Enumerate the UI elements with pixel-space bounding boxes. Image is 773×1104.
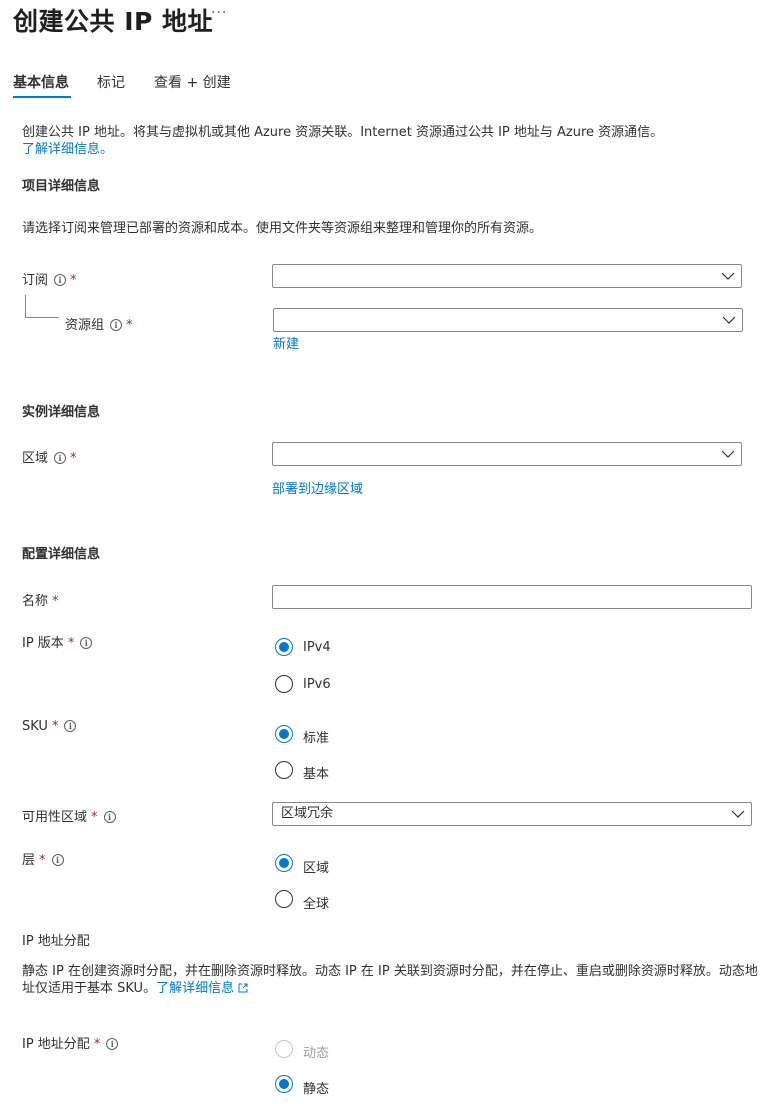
tree-connector-vertical	[25, 295, 26, 317]
resource-group-dropdown[interactable]	[273, 308, 743, 332]
tier-label: 层 * i	[22, 849, 64, 868]
chevron-down-icon	[722, 316, 736, 324]
tier-regional-label[interactable]: 区域	[303, 857, 329, 876]
intro-text: 创建公共 IP 地址。将其与虚拟机或其他 Azure 资源关联。Internet…	[22, 125, 664, 140]
create-new-resource-group-link[interactable]: 新建	[273, 333, 299, 352]
region-dropdown[interactable]	[272, 442, 742, 466]
ip-assignment-learn-more-link[interactable]: 了解详细信息	[156, 981, 248, 996]
tab-basics[interactable]: 基本信息	[13, 72, 69, 92]
sku-basic-label[interactable]: 基本	[303, 763, 329, 782]
ip-version-ipv6-radio[interactable]	[275, 675, 293, 693]
required-indicator: *	[70, 273, 77, 288]
ip-version-ipv4-label[interactable]: IPv4	[303, 640, 331, 655]
instance-details-heading: 实例详细信息	[22, 405, 101, 420]
info-icon[interactable]: i	[80, 637, 93, 649]
tab-tags[interactable]: 标记	[97, 72, 125, 92]
tier-global-radio[interactable]	[275, 890, 293, 908]
tab-review-create[interactable]: 查看 + 创建	[154, 72, 231, 92]
ip-version-label-text: IP 版本	[22, 636, 64, 651]
config-details-heading: 配置详细信息	[22, 547, 101, 562]
ip-version-ipv4-radio[interactable]	[275, 638, 293, 656]
availability-zone-label: 可用性区域 * i	[22, 806, 116, 825]
info-icon[interactable]: i	[110, 319, 123, 331]
availability-zone-dropdown[interactable]: 区域冗余	[272, 802, 752, 826]
sku-standard-radio[interactable]	[275, 725, 293, 743]
required-indicator: *	[70, 451, 77, 466]
ip-assignment-heading: IP 地址分配	[22, 934, 90, 949]
chevron-down-icon	[721, 272, 735, 280]
info-icon[interactable]: i	[106, 1038, 119, 1050]
chevron-down-icon	[721, 450, 735, 458]
info-icon[interactable]: i	[103, 811, 116, 823]
ip-assignment-label: IP 地址分配 * i	[22, 1033, 119, 1052]
page-title: 创建公共 IP 地址	[13, 7, 214, 36]
project-details-description: 请选择订阅来管理已部署的资源和成本。使用文件夹等资源组来整理和管理你的所有资源。	[22, 221, 543, 236]
tier-global-label[interactable]: 全球	[303, 893, 329, 912]
sku-basic-radio[interactable]	[275, 761, 293, 779]
required-indicator: *	[39, 853, 46, 868]
region-label: 区域 i *	[22, 447, 77, 466]
subscription-label-text: 订阅	[22, 273, 49, 288]
info-icon[interactable]: i	[54, 452, 67, 464]
deploy-to-edge-zone-link[interactable]: 部署到边缘区域	[272, 478, 363, 497]
required-indicator: *	[52, 594, 59, 609]
required-indicator: *	[126, 318, 133, 333]
availability-zone-label-text: 可用性区域	[22, 810, 88, 825]
name-label-text: 名称	[22, 594, 49, 609]
info-icon[interactable]: i	[54, 274, 67, 286]
required-indicator: *	[51, 719, 59, 734]
resource-group-label: 资源组 i *	[65, 314, 133, 333]
intro-learn-more-link[interactable]: 了解详细信息。	[22, 138, 113, 157]
ip-version-ipv6-label[interactable]: IPv6	[303, 677, 331, 692]
active-tab-indicator	[13, 96, 71, 98]
subscription-dropdown[interactable]	[272, 264, 742, 288]
sku-label: SKU * i	[22, 719, 77, 734]
required-indicator: *	[91, 810, 98, 825]
sku-label-text: SKU	[22, 719, 48, 734]
ip-assignment-dynamic-radio	[275, 1040, 293, 1058]
tier-regional-radio[interactable]	[275, 854, 293, 872]
availability-zone-value: 区域冗余	[281, 806, 334, 821]
required-indicator: *	[67, 636, 75, 651]
name-label: 名称 *	[22, 590, 59, 609]
resource-group-label-text: 资源组	[65, 318, 105, 333]
tree-connector-horizontal	[25, 317, 59, 318]
sku-standard-label[interactable]: 标准	[303, 727, 329, 746]
ip-assignment-dynamic-label: 动态	[303, 1046, 330, 1061]
ip-assignment-static-label[interactable]: 静态	[303, 1078, 329, 1097]
name-input[interactable]	[272, 585, 752, 609]
subscription-label: 订阅 i *	[22, 269, 77, 288]
ip-assignment-description: 静态 IP 在创建资源时分配，并在删除资源时释放。动态 IP 在 IP 关联到资…	[22, 963, 762, 997]
more-options-button[interactable]: ···	[211, 5, 227, 21]
info-icon[interactable]: i	[51, 854, 64, 866]
tier-label-text: 层	[22, 853, 36, 868]
learn-more-link-text: 了解详细信息	[156, 981, 235, 996]
region-label-text: 区域	[22, 451, 49, 466]
info-icon[interactable]: i	[64, 720, 77, 732]
chevron-down-icon	[731, 810, 745, 818]
project-details-heading: 项目详细信息	[22, 179, 101, 194]
external-link-icon	[238, 983, 248, 993]
ip-assignment-static-radio[interactable]	[275, 1075, 293, 1093]
ip-assignment-description-text: 静态 IP 在创建资源时分配，并在删除资源时释放。动态 IP 在 IP 关联到资…	[22, 964, 758, 996]
ip-assignment-label-text: IP 地址分配	[22, 1037, 90, 1052]
ip-version-label: IP 版本 * i	[22, 632, 93, 651]
required-indicator: *	[93, 1037, 101, 1052]
